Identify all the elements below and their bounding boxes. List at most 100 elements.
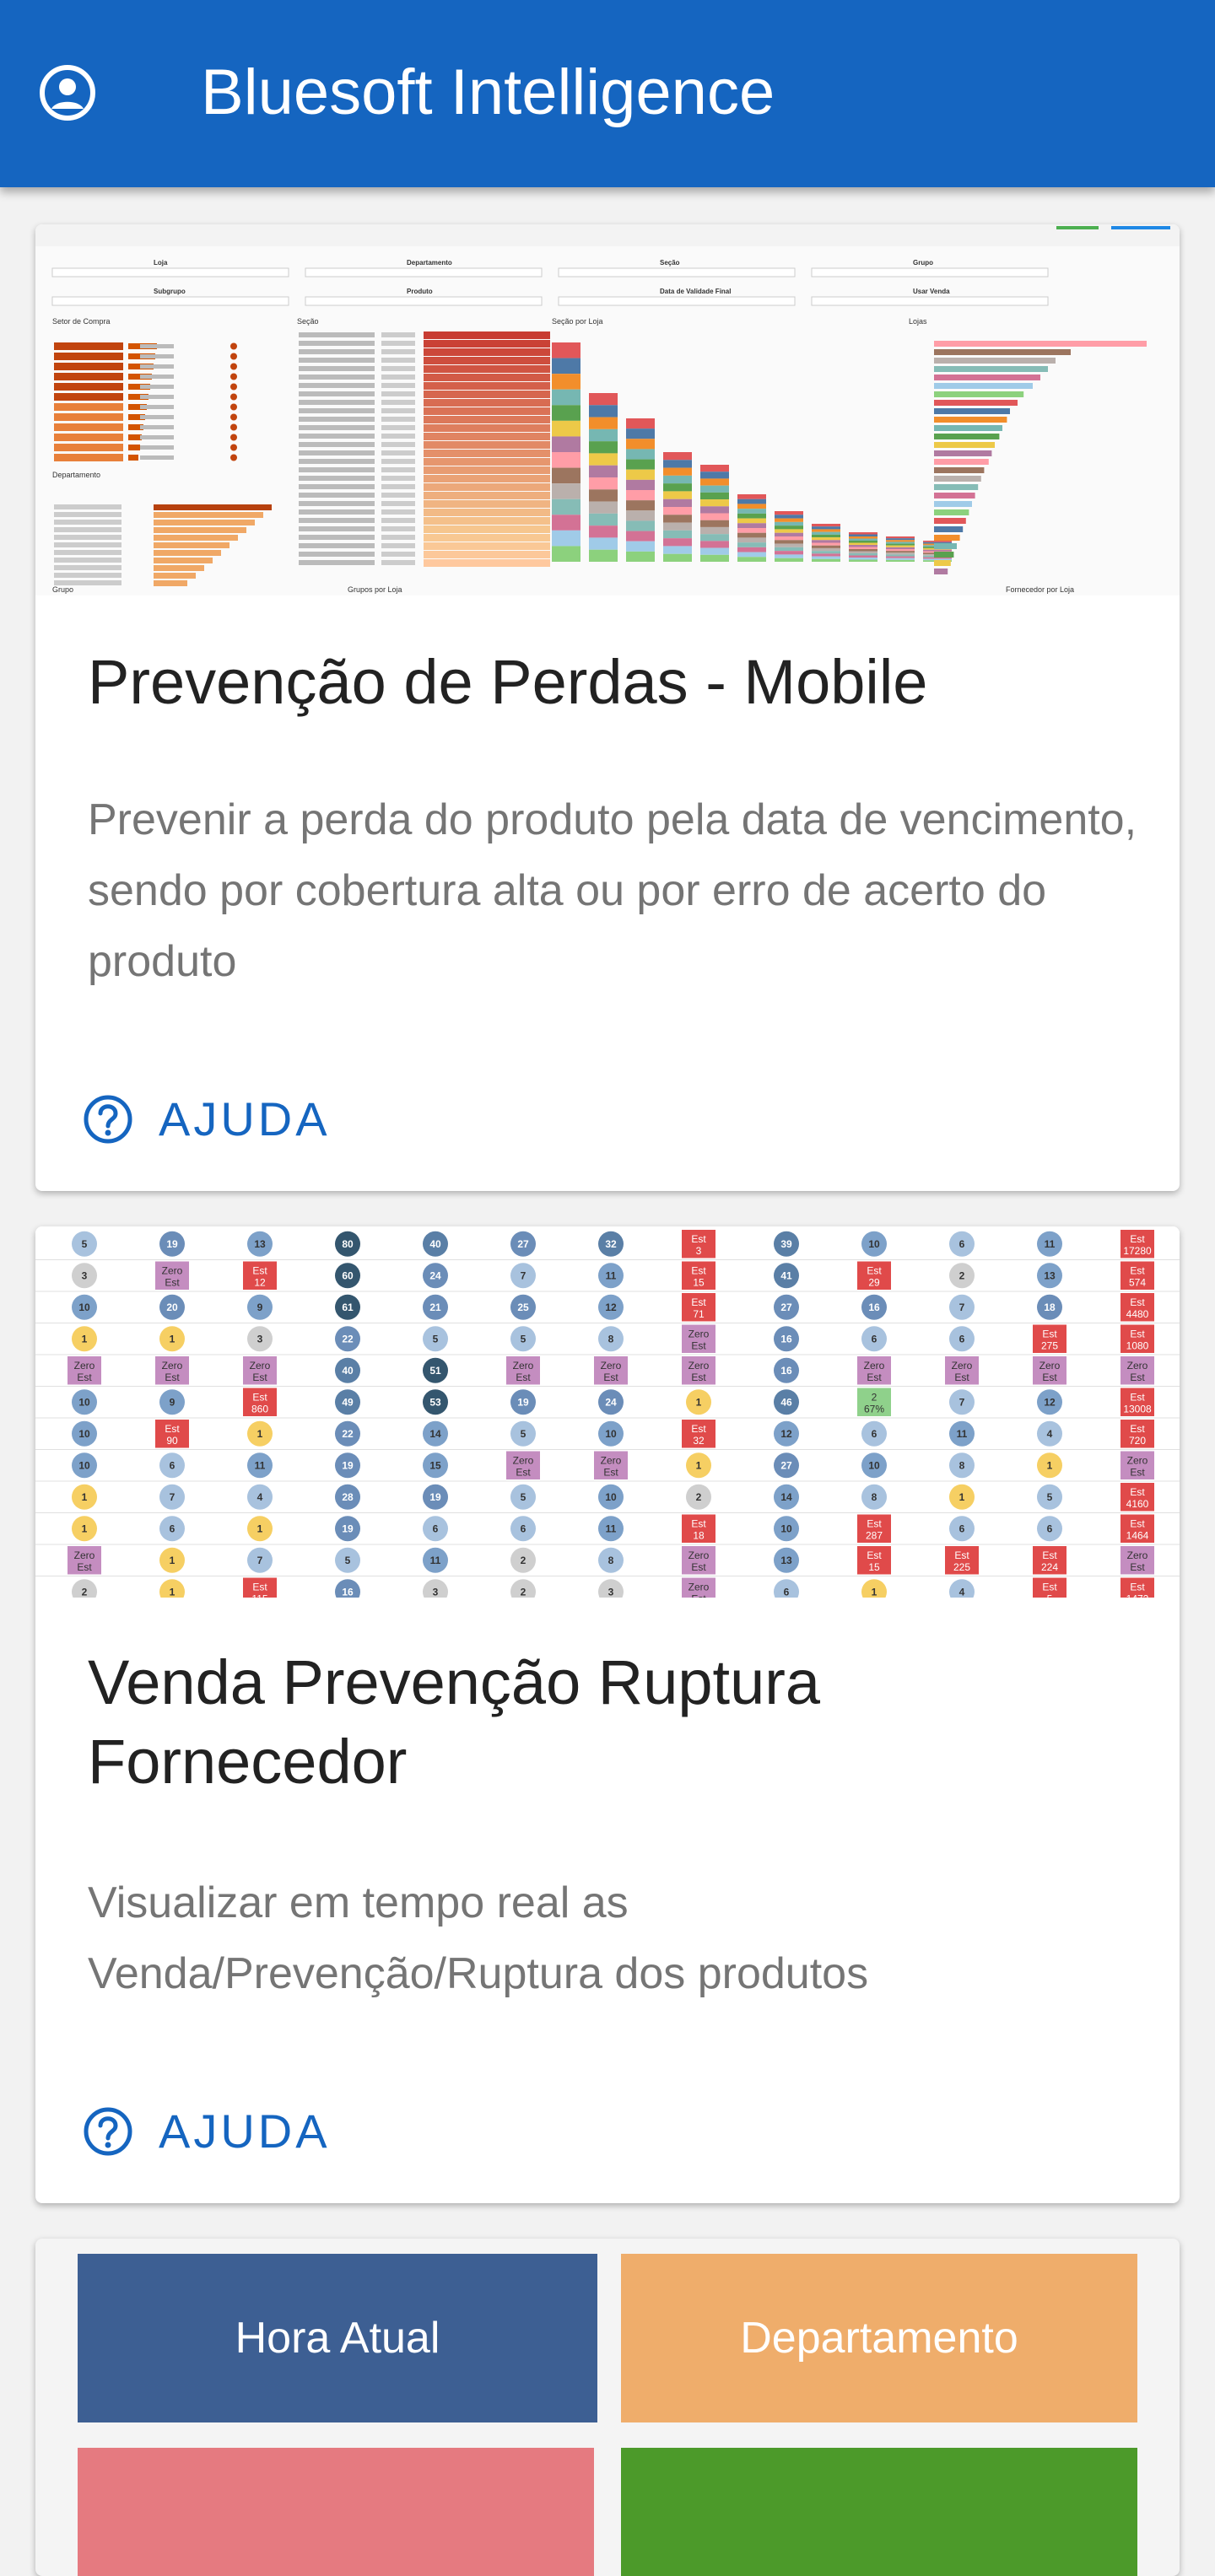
setor-text: [140, 395, 174, 399]
stack-segment: [700, 547, 729, 555]
secao-text: [299, 493, 375, 498]
account-icon[interactable]: [37, 62, 98, 123]
loja-bar: [934, 569, 948, 574]
setor-text: [140, 405, 174, 409]
heatmap-cell-label: Est: [1042, 1549, 1057, 1561]
heatmap-cell-label: 16: [780, 1333, 792, 1345]
setor-text: [140, 415, 174, 419]
secao-pct: [381, 560, 415, 565]
secao-text: [299, 459, 375, 464]
heatmap-cell-label: 90: [166, 1435, 178, 1447]
heatmap-cell-label: 4: [959, 1586, 965, 1598]
secao-text: [299, 450, 375, 455]
heatmap-cell-label: 8: [959, 1459, 965, 1471]
secao-text: [299, 425, 375, 430]
heatmap-cell-label: 16: [342, 1586, 354, 1598]
stack-segment: [700, 472, 729, 479]
setor-text: [140, 425, 174, 429]
heatmap-preview-image: 5 19 13 80 40 27 32 Est339 10 6 11 Est172803 ZeroEst…: [35, 1226, 1180, 1598]
report-card-venda-prevencao-ruptura[interactable]: 5 19 13 80 40 27 32 Est 3 39 10 6 11 Est 17280 3 Zero Est…: [35, 1226, 1180, 2203]
stack-segment: [775, 558, 803, 562]
heatmap-cell-label: Est: [954, 1372, 969, 1383]
loja-bar: [934, 358, 1056, 364]
stack-segment: [737, 542, 766, 547]
setor-text: [140, 354, 174, 358]
secao-bar: [424, 509, 550, 516]
stack-segment: [775, 554, 803, 558]
secao-pct: [381, 349, 415, 354]
heatmap-cell-label: 287: [866, 1529, 883, 1541]
secao-text: [299, 366, 375, 371]
heatmap-cell-label: 60: [342, 1269, 354, 1281]
heatmap-cell-label: 9: [170, 1396, 176, 1408]
heatmap-cell-label: Est: [1130, 1233, 1145, 1245]
stack-segment: [552, 546, 580, 562]
heatmap-cell-label: 16: [780, 1365, 792, 1377]
tile-hora-atual: Hora Atual: [78, 2254, 597, 2422]
dept-bar: [154, 542, 230, 548]
panel-title: Lojas: [909, 317, 927, 326]
help-button[interactable]: AJUDA: [83, 2104, 331, 2158]
help-button[interactable]: AJUDA: [83, 1091, 331, 1146]
stack-segment: [812, 551, 840, 554]
stack-segment: [849, 549, 878, 552]
dept-bar: [154, 512, 263, 518]
stack-segment: [626, 439, 655, 450]
heatmap-cell-label: 24: [429, 1269, 441, 1281]
stack-segment: [700, 478, 729, 486]
filter-dropdown: [811, 267, 1049, 278]
stack-segment: [589, 549, 618, 562]
report-card-third[interactable]: Hora Atual Departamento: [35, 2239, 1180, 2576]
heatmap-cell-label: 2: [959, 1269, 965, 1281]
secao-pct: [381, 358, 415, 363]
secao-bar: [424, 542, 550, 550]
stack-segment: [812, 542, 840, 546]
setor-bar: [128, 434, 142, 440]
heatmap-cell-label: Est: [1042, 1581, 1057, 1592]
stack-segment: [589, 513, 618, 526]
heatmap-cell-label: Est: [867, 1549, 882, 1561]
heatmap-cell-label: 61: [342, 1301, 354, 1313]
heatmap-cell-label: 6: [959, 1238, 965, 1250]
stack-segment: [700, 520, 729, 527]
secao-bar: [424, 450, 550, 457]
secao-text: [299, 552, 375, 557]
heatmap-cell-label: Est: [867, 1517, 882, 1529]
loja-bar: [934, 484, 979, 490]
secao-bar: [424, 500, 550, 508]
stack-segment: [812, 547, 840, 552]
setor-row: [54, 373, 123, 380]
heatmap-cell-label: Est: [691, 1561, 706, 1573]
stack-segment: [775, 547, 803, 552]
heatmap-cell-label: Est: [77, 1372, 92, 1383]
heatmap-cell-label: 18: [693, 1529, 705, 1541]
secao-pct: [381, 552, 415, 557]
loja-bar: [934, 417, 1007, 423]
dept-text: [54, 535, 122, 540]
help-circle-icon: [84, 2107, 132, 2155]
heatmap-cell-label: 10: [78, 1301, 90, 1313]
heatmap-cell-label: 11: [606, 1522, 617, 1534]
secao-bar: [424, 382, 550, 390]
secao-text: [299, 332, 375, 337]
heatmap-cell-label: Est: [1042, 1372, 1057, 1383]
loja-bar: [934, 383, 1033, 389]
report-card-prevencao-perdas[interactable]: Loja Departamento Seção Grupo Subgrupo Produt…: [35, 224, 1180, 1191]
stack-segment: [737, 537, 766, 543]
heatmap-cell-label: Zero: [1127, 1549, 1148, 1561]
card-description: Prevenir a perda do produto pela data de…: [88, 795, 1137, 986]
stack-segment: [663, 546, 692, 554]
heatmap-cell-label: Zero: [1127, 1454, 1148, 1466]
secao-pct: [381, 391, 415, 396]
setor-dot: [230, 454, 237, 461]
stack-segment: [663, 507, 692, 515]
secao-pct: [381, 450, 415, 455]
heatmap-cell-label: 21: [429, 1301, 441, 1313]
heatmap-cell-label: Est: [1130, 1466, 1145, 1478]
secao-pct: [381, 341, 415, 346]
dept-text: [54, 542, 122, 547]
stack-segment: [812, 545, 840, 548]
heatmap-cell-label: 11: [606, 1269, 617, 1281]
heatmap-cell-label: 7: [959, 1396, 965, 1408]
secao-text: [299, 349, 375, 354]
